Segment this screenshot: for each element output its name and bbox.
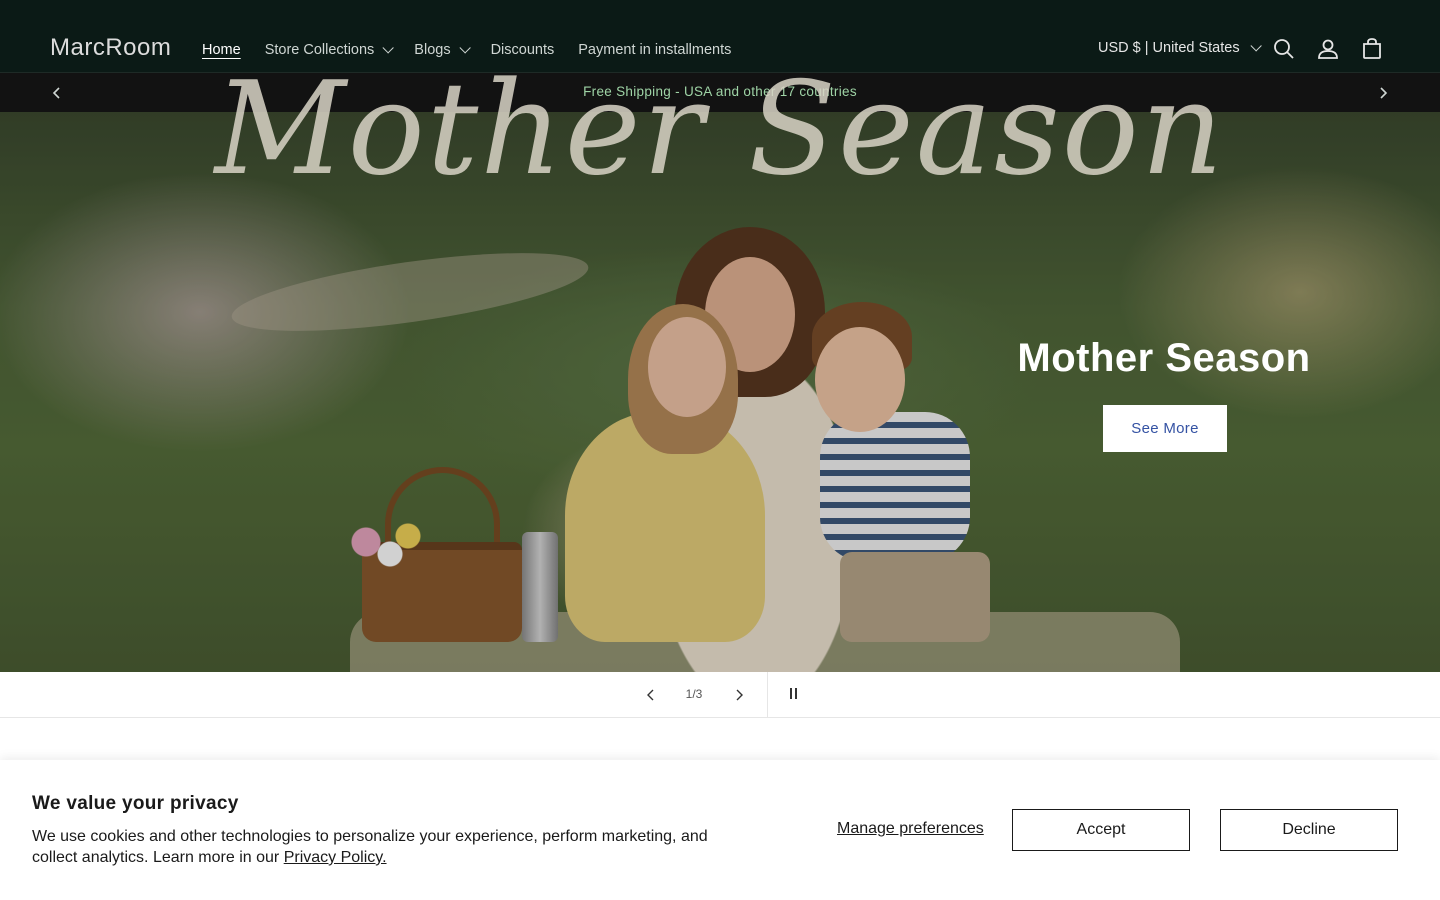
account-icon[interactable] <box>1315 36 1341 62</box>
cookie-banner: We value your privacy We use cookies and… <box>0 760 1440 900</box>
privacy-policy-link[interactable]: Privacy Policy. <box>284 849 387 866</box>
hero-image-script-text: Mother Season <box>214 55 1226 204</box>
chevron-down-icon <box>459 42 471 54</box>
chevron-down-icon <box>382 42 395 54</box>
search-icon[interactable] <box>1271 36 1297 62</box>
store-logo[interactable]: MarcRoom <box>50 34 171 62</box>
accept-button[interactable]: Accept <box>1012 809 1190 851</box>
pause-icon[interactable] <box>786 688 800 702</box>
chevron-down-icon <box>1250 40 1262 52</box>
decline-button[interactable]: Decline <box>1220 809 1398 851</box>
slideshow-controls: 1/3 <box>0 672 1440 718</box>
chevron-left-icon[interactable] <box>643 687 659 703</box>
cookie-banner-text: We use cookies and other technologies to… <box>32 826 752 868</box>
cookie-banner-title: We value your privacy <box>32 793 239 814</box>
manage-preferences-link[interactable]: Manage preferences <box>837 820 984 838</box>
slide-controls-divider <box>767 672 768 718</box>
see-more-button[interactable]: See More <box>1103 405 1227 452</box>
locale-label: USD $ | United States <box>1098 40 1240 56</box>
currency-country-selector[interactable]: USD $ | United States <box>1098 40 1262 56</box>
slide-counter: 1/3 <box>685 687 703 701</box>
cart-icon[interactable] <box>1359 36 1385 62</box>
chevron-right-icon[interactable] <box>731 687 747 703</box>
hero-title: Mother Season <box>1017 336 1311 380</box>
